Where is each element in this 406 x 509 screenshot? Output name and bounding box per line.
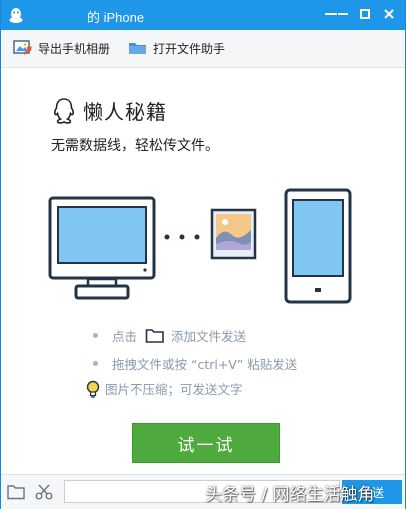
minimize-icon: [338, 13, 348, 15]
open-file-helper-label: 打开文件助手: [153, 41, 226, 56]
close-button[interactable]: [377, 3, 401, 25]
try-button[interactable]: 试一试: [132, 423, 280, 463]
minimize-button[interactable]: [331, 3, 355, 25]
export-album-label: 导出手机相册: [38, 41, 111, 56]
tip-click-prefix: 点击: [112, 329, 138, 344]
transfer-illustration: [48, 188, 352, 304]
qq-penguin-icon: [9, 8, 23, 23]
headline: 懒人秘籍: [51, 96, 167, 125]
tip-drag-text: 拖拽文件或按 “ctrl+V” 粘贴发送: [112, 357, 298, 372]
tip-drag-paste: 拖拽文件或按 “ctrl+V” 粘贴发送: [89, 354, 297, 373]
transfer-dots: [164, 234, 200, 240]
close-icon: [384, 9, 394, 19]
folder-icon: [129, 43, 146, 54]
window-title: 的 iPhone: [87, 10, 145, 25]
bullet-dot: [93, 361, 98, 366]
maximize-button[interactable]: [353, 3, 377, 25]
open-file-helper-button[interactable]: 打开文件助手: [128, 39, 225, 57]
toolbar: 导出手机相册 打开文件助手: [1, 30, 405, 68]
bullet-dot: [93, 333, 98, 338]
file-transfer-window: 的 iPhone 导出手机相册 打开文件助手 懒人秘籍 无需数据线，轻松传文件。…: [0, 0, 406, 509]
subtitle: 无需数据线，轻松传文件。: [51, 138, 219, 154]
title-bar: 的 iPhone: [1, 0, 405, 30]
photo-file-icon: [210, 208, 257, 260]
monitor-icon: [48, 196, 156, 300]
watermark-text: 头条号 / 网络生活触角: [205, 485, 375, 505]
folder-icon[interactable]: [7, 484, 25, 500]
scissors-icon[interactable]: [35, 484, 53, 500]
headline-text: 懒人秘籍: [83, 100, 167, 124]
phone-icon: [284, 188, 352, 304]
export-album-icon: [13, 40, 32, 55]
qq-penguin-outline-icon: [53, 97, 75, 124]
tip-no-compress-text: 图片不压缩；可发送文字: [105, 382, 243, 397]
lightbulb-icon: [86, 380, 100, 398]
tip-click-add: 点击 添加文件发送: [89, 326, 246, 345]
export-album-button[interactable]: 导出手机相册: [13, 39, 110, 57]
tip-no-compress: 图片不压缩；可发送文字: [85, 379, 243, 398]
tip-click-suffix: 添加文件发送: [171, 329, 247, 344]
maximize-icon: [360, 9, 370, 19]
folder-outline-icon[interactable]: [145, 328, 165, 344]
